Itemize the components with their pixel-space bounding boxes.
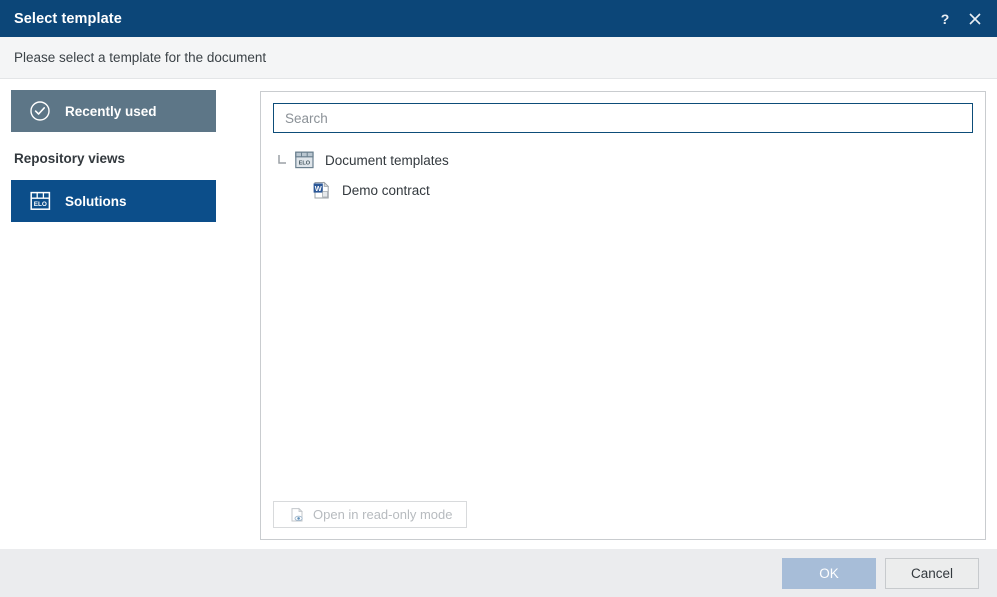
content-area: ELO Document templates W: [247, 79, 997, 549]
panel-footer: Open in read-only mode: [273, 501, 973, 528]
help-icon[interactable]: ?: [935, 8, 955, 30]
open-read-only-label: Open in read-only mode: [313, 507, 453, 522]
svg-text:ELO: ELO: [33, 201, 46, 208]
select-template-dialog: Select template ? Please select a templa…: [0, 0, 997, 597]
open-read-only-button[interactable]: Open in read-only mode: [273, 501, 468, 528]
sidebar: Recently used Repository views ELO Solut…: [0, 79, 247, 549]
sidebar-item-label: Recently used: [65, 103, 157, 119]
sidebar-heading-repository-views: Repository views: [14, 151, 126, 166]
window-title: Select template: [14, 10, 122, 27]
check-circle-icon: [28, 99, 52, 123]
cancel-button[interactable]: Cancel: [885, 557, 979, 589]
sidebar-item-solutions[interactable]: ELO Solutions: [11, 180, 216, 222]
svg-text:W: W: [314, 183, 321, 192]
word-document-icon: W: [311, 180, 331, 200]
title-bar-buttons: ?: [935, 8, 985, 30]
subtitle-text: Please select a template for the documen…: [14, 50, 267, 65]
dialog-footer: OK Cancel: [0, 549, 997, 597]
tree-row[interactable]: W Demo contract: [273, 175, 973, 205]
sidebar-item-label: Solutions: [65, 193, 127, 209]
document-eye-icon: [288, 506, 305, 523]
close-icon[interactable]: [965, 8, 985, 30]
title-bar: Select template ?: [0, 0, 997, 37]
sidebar-item-recently-used[interactable]: Recently used: [11, 90, 216, 132]
elo-archive-icon: ELO: [28, 189, 52, 213]
search-input[interactable]: [283, 109, 963, 127]
svg-text:ELO: ELO: [298, 160, 310, 166]
subtitle-bar: Please select a template for the documen…: [0, 37, 997, 79]
tree-item-label: Demo contract: [342, 182, 430, 198]
template-tree: ELO Document templates W Demo contract: [273, 133, 973, 501]
collapse-marker-icon[interactable]: [273, 151, 291, 169]
ok-button[interactable]: OK: [782, 557, 876, 589]
dialog-body: Recently used Repository views ELO Solut…: [0, 79, 997, 549]
elo-folder-icon: ELO: [294, 150, 314, 170]
tree-item-label: Document templates: [325, 152, 449, 168]
search-field[interactable]: [273, 103, 973, 133]
template-browser-panel: ELO Document templates W: [260, 91, 986, 540]
tree-row[interactable]: ELO Document templates: [273, 145, 973, 175]
